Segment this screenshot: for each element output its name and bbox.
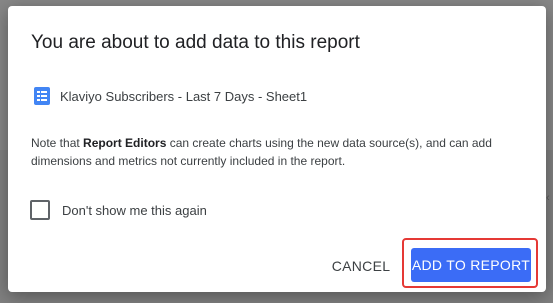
background-edge-mark: ‹: [546, 192, 550, 204]
data-source-row: Klaviyo Subscribers - Last 7 Days - Shee…: [34, 86, 307, 106]
note-emphasis: Report Editors: [83, 136, 167, 150]
add-to-report-button[interactable]: ADD TO REPORT: [411, 248, 531, 282]
data-source-name: Klaviyo Subscribers - Last 7 Days - Shee…: [60, 88, 308, 104]
dont-show-again-label: Don't show me this again: [62, 202, 207, 218]
note-prefix: Note that: [31, 136, 84, 150]
dialog-title: You are about to add data to this report: [31, 32, 360, 53]
cancel-button[interactable]: CANCEL: [328, 252, 394, 280]
spreadsheet-icon: [34, 87, 50, 105]
dont-show-again-checkbox[interactable]: [30, 200, 50, 220]
add-data-dialog: You are about to add data to this report…: [8, 6, 546, 292]
editors-note: Note that Report Editors can create char…: [31, 134, 531, 170]
dont-show-again-option[interactable]: Don't show me this again: [30, 200, 207, 220]
